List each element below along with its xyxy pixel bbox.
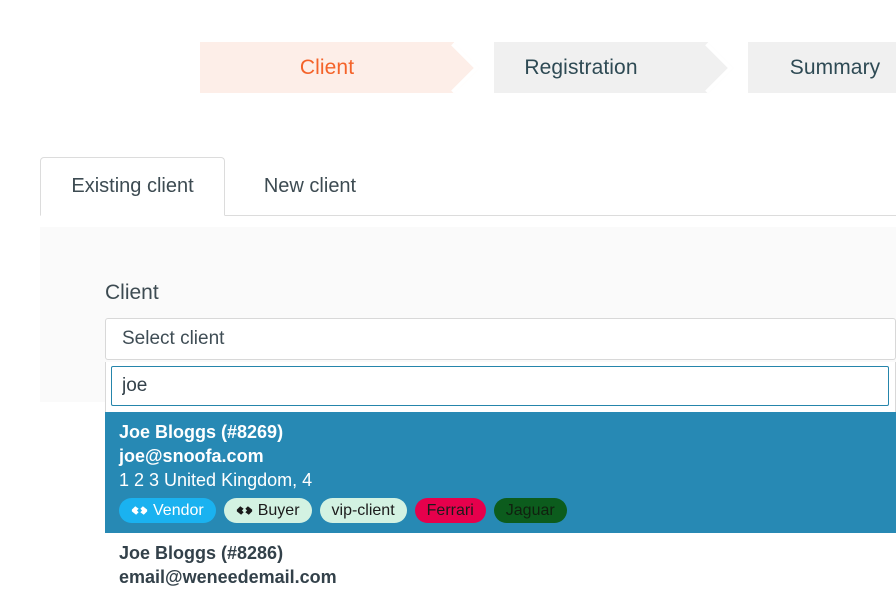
tab-label: Existing client: [71, 175, 194, 197]
client-option-email: joe@snoofa.com: [119, 445, 264, 466]
client-search-container: [105, 362, 896, 412]
badge-label: Buyer: [257, 501, 300, 519]
handshake-icon: [131, 504, 148, 517]
wizard-step-client[interactable]: Client: [200, 42, 494, 93]
badge-label: Jaguar: [505, 501, 555, 519]
badge-jaguar: Jaguar: [493, 498, 567, 524]
client-select[interactable]: Select client: [105, 318, 896, 360]
client-select-placeholder: Select client: [122, 328, 225, 349]
badge-vendor: Vendor: [119, 498, 216, 524]
badge-buyer: Buyer: [223, 498, 312, 524]
client-dropdown-option[interactable]: Joe Bloggs (#8269) joe@snoofa.com 1 2 3 …: [105, 412, 896, 534]
badge-label: vip-client: [331, 501, 395, 519]
wizard-steps: Client Registration Summary: [200, 42, 896, 93]
client-option-name: Joe Bloggs (#8286): [119, 543, 284, 564]
client-option-badges: Vendor Buyer vip-client Ferrari Jaguar: [119, 498, 882, 524]
wizard-step-label: Registration: [524, 55, 638, 79]
tab-new-client[interactable]: New client: [225, 157, 395, 216]
tab-existing-client[interactable]: Existing client: [40, 157, 225, 216]
badge-label: Vendor: [153, 501, 204, 519]
client-dropdown-list[interactable]: Joe Bloggs (#8269) joe@snoofa.com 1 2 3 …: [105, 412, 896, 600]
client-option-name: Joe Bloggs (#8269): [119, 422, 284, 442]
client-option-email: email@weneedemail.com: [119, 567, 337, 587]
badge-ferrari: Ferrari: [414, 498, 486, 524]
client-search-input[interactable]: [111, 366, 889, 406]
tab-label: New client: [263, 175, 357, 197]
client-field-label: Client: [105, 281, 159, 304]
client-tabs: Existing client New client: [40, 157, 896, 216]
wizard-step-label: Summary: [789, 55, 881, 79]
handshake-icon: [236, 504, 253, 517]
client-dropdown-option[interactable]: Joe Bloggs (#8286) email@weneedemail.com: [105, 533, 896, 600]
wizard-step-label: Client: [299, 55, 355, 79]
badge-vip-client: vip-client: [319, 498, 407, 524]
client-option-address: 1 2 3 United Kingdom, 4: [119, 469, 313, 490]
badge-label: Ferrari: [426, 501, 474, 519]
